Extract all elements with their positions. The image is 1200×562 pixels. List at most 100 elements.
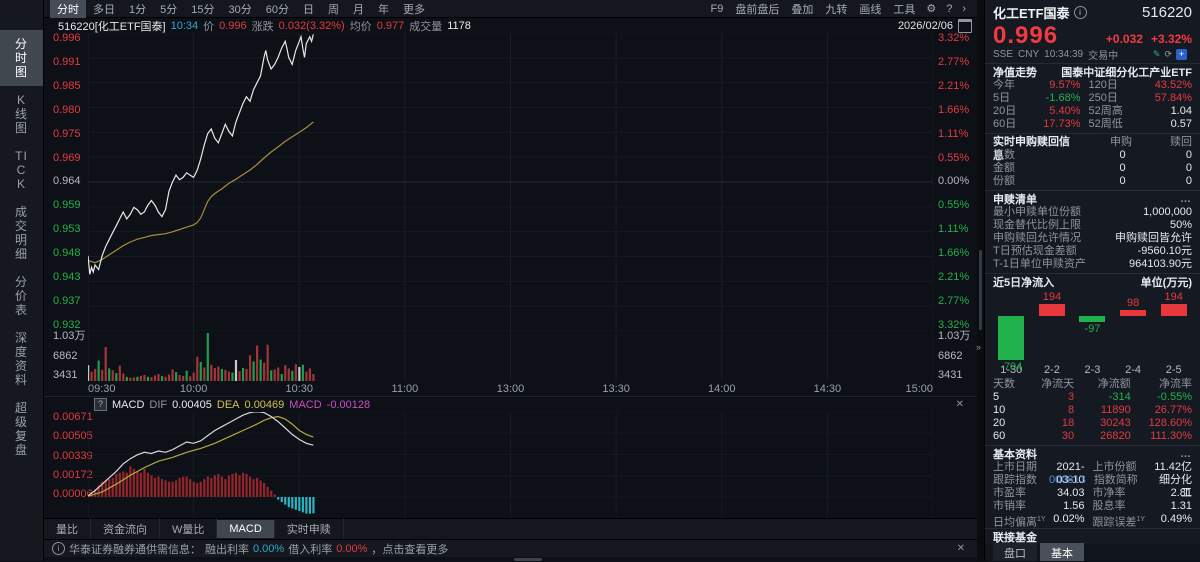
flow-x-label-2: 2-3 bbox=[1084, 364, 1101, 376]
period-tab-3[interactable]: 5分 bbox=[153, 0, 184, 18]
legend-change-label: 涨跌 bbox=[251, 20, 274, 33]
sidebar-item-3[interactable]: 成交明细 bbox=[0, 198, 43, 268]
macd-close-icon[interactable]: ✕ bbox=[956, 399, 964, 410]
flow-bar-2: -97 bbox=[1072, 291, 1113, 364]
sidebar-items: 分时图 K线图 TICK 成交明细 分价表 深度资料 超级复盘 bbox=[0, 30, 43, 464]
volume-pane[interactable]: 1.03万 6862 3431 1.03万 6862 3431 bbox=[44, 331, 977, 381]
price-tick-5: 0.969 bbox=[53, 151, 81, 164]
period-tab-2[interactable]: 1分 bbox=[122, 0, 153, 18]
sidebar-item-5[interactable]: 深度资料 bbox=[0, 324, 43, 394]
sidebar-item-2[interactable]: TICK bbox=[0, 142, 43, 198]
macd-title[interactable]: MACD bbox=[112, 399, 144, 411]
flow-mini-chart[interactable]: -704 194 -97 98 194 bbox=[985, 291, 1200, 373]
nav-value: 43.52% bbox=[1154, 79, 1192, 91]
period-tab-9[interactable]: 月 bbox=[346, 0, 371, 18]
flow-bar-0: -704 bbox=[991, 291, 1032, 373]
sidebar-item-1[interactable]: K线图 bbox=[0, 86, 43, 142]
vertical-scrollbar-thumb[interactable] bbox=[979, 250, 982, 330]
period-tab-7[interactable]: 日 bbox=[296, 0, 321, 18]
indicator-tab-1[interactable]: 资金流向 bbox=[91, 518, 160, 540]
period-tab-11[interactable]: 更多 bbox=[396, 0, 432, 18]
tool-button-4[interactable]: 画线 bbox=[853, 0, 887, 18]
basic-row: 日均偏离1Y 0.02% 跟踪误差1Y 0.49% bbox=[993, 513, 1192, 529]
buy-value: 0 bbox=[1119, 175, 1126, 187]
nav-label: 52周低 bbox=[1088, 118, 1123, 130]
edit-icon[interactable]: ✎ bbox=[1153, 49, 1161, 60]
help-icon[interactable]: ? bbox=[941, 3, 957, 15]
more-icon[interactable]: … bbox=[1180, 448, 1192, 460]
period-tab-4[interactable]: 15分 bbox=[184, 0, 221, 18]
refresh-icon[interactable]: ⟳ bbox=[1164, 49, 1172, 60]
percent-tick-7: 0.55% bbox=[938, 199, 970, 212]
flow-cell: 11890 bbox=[1100, 404, 1131, 416]
flow-cell: 26820 bbox=[1100, 430, 1131, 442]
time-tick-2: 10:30 bbox=[285, 383, 314, 395]
tool-button-1[interactable]: 盘前盘后 bbox=[729, 0, 785, 18]
redeem-list-title: 申赎清单 bbox=[993, 194, 1037, 206]
exchange-label: SSE bbox=[993, 48, 1014, 60]
last-price: 0.996 bbox=[993, 22, 1059, 49]
nav-row: 60日 17.73% 52周低 0.57 bbox=[993, 118, 1192, 131]
calendar-icon[interactable] bbox=[958, 18, 972, 33]
buy-value: 0 bbox=[1119, 162, 1126, 174]
indicator-tab-3[interactable]: MACD bbox=[217, 520, 275, 538]
chevron-right-icon[interactable]: › bbox=[957, 3, 971, 15]
indicator-tab-4[interactable]: 实时申赎 bbox=[275, 518, 344, 540]
sidebar-item-0[interactable]: 分时图 bbox=[0, 30, 43, 86]
period-tab-6[interactable]: 60分 bbox=[259, 0, 296, 18]
price-chart-pane[interactable]: 0.996 0.991 0.985 0.980 0.975 0.969 0.964 0.959… bbox=[44, 33, 977, 331]
indicator-tab-2[interactable]: W量比 bbox=[160, 518, 218, 540]
flow-cell: 20 bbox=[993, 417, 1006, 429]
period-tab-8[interactable]: 周 bbox=[321, 0, 346, 18]
indicator-tab-0[interactable]: 量比 bbox=[44, 518, 91, 540]
legend-avg-label: 均价 bbox=[349, 20, 372, 33]
period-tab-1[interactable]: 多日 bbox=[86, 0, 122, 18]
flow-cell: 5 bbox=[993, 391, 1000, 403]
tool-button-2[interactable]: 叠加 bbox=[785, 0, 819, 18]
flow-bar-4: 194 bbox=[1153, 291, 1194, 364]
legend-volume: 1178 bbox=[447, 19, 471, 32]
period-tab-10[interactable]: 年 bbox=[371, 0, 396, 18]
list-item: T-1日单位申赎资产 964103.90元 bbox=[993, 258, 1192, 271]
row-label: 金额 bbox=[993, 162, 1015, 174]
time-tick-4: 13:00 bbox=[496, 383, 525, 395]
nav-title: 净值走势 bbox=[993, 67, 1037, 79]
tool-button-0[interactable]: F9 bbox=[704, 2, 729, 16]
flow-col-header: 净流天 bbox=[1041, 378, 1075, 390]
period-tab-0[interactable]: 分时 bbox=[50, 0, 86, 18]
notice-more-link[interactable]: ，点击查看更多 bbox=[371, 541, 448, 557]
gear-icon[interactable]: ⚙ bbox=[921, 2, 941, 15]
panel-tab-1[interactable]: 基本 bbox=[1040, 542, 1084, 561]
period-tab-5[interactable]: 30分 bbox=[222, 0, 259, 18]
notice-close-icon[interactable]: ✕ bbox=[957, 543, 965, 554]
horizontal-scrollbar[interactable] bbox=[44, 557, 977, 562]
chart-date: 2026/02/06 bbox=[897, 19, 953, 32]
nav-label: 5日 bbox=[993, 92, 1011, 104]
add-icon[interactable]: + bbox=[1176, 48, 1187, 60]
macd-chart[interactable] bbox=[88, 412, 933, 518]
sidebar-item-4[interactable]: 分价表 bbox=[0, 268, 43, 324]
percent-axis-right: 3.32% 2.77% 2.21% 1.66% 1.11% 0.55% 0.00% 0.55%… bbox=[933, 33, 977, 331]
flow-cell: -0.55% bbox=[1157, 391, 1192, 403]
volume-chart[interactable] bbox=[88, 331, 933, 381]
borrow-rate-label: 借入利率 bbox=[288, 543, 333, 556]
more-icon[interactable]: … bbox=[1180, 193, 1192, 205]
lend-rate-value: 0.00% bbox=[253, 542, 285, 555]
flow-cell: 30 bbox=[1061, 430, 1075, 442]
price-chart[interactable] bbox=[88, 33, 933, 331]
macd-pane[interactable]: ? MACD DIF 0.00405 DEA 0.00469 MACD -0.0… bbox=[44, 396, 977, 518]
macd-help-icon[interactable]: ? bbox=[94, 398, 107, 411]
time-tick-8: 15:00 bbox=[905, 383, 933, 395]
panel-tab-0[interactable]: 盘口 bbox=[993, 542, 1037, 561]
collapse-panel-icon[interactable]: » bbox=[976, 342, 981, 352]
basic-row: 跟踪指数 000813 指数简称 细分化工 bbox=[993, 474, 1192, 499]
sidebar-item-6[interactable]: 超级复盘 bbox=[0, 394, 43, 464]
macd-tick-4: 0.00006 bbox=[53, 488, 93, 500]
fund-info-icon[interactable]: i bbox=[1073, 6, 1087, 19]
notice-bar[interactable]: i 华泰证券融券通供需信息： 融出利率 0.00% 借入利率 0.00% ，点击… bbox=[44, 539, 977, 557]
panel-tabs: 盘口 基本 bbox=[985, 542, 1200, 561]
tool-button-3[interactable]: 九转 bbox=[819, 0, 853, 18]
macd-header: ? MACD DIF 0.00405 DEA 0.00469 MACD -0.0… bbox=[44, 397, 977, 412]
dif-label: DIF bbox=[149, 398, 168, 411]
tool-button-5[interactable]: 工具 bbox=[887, 0, 921, 18]
